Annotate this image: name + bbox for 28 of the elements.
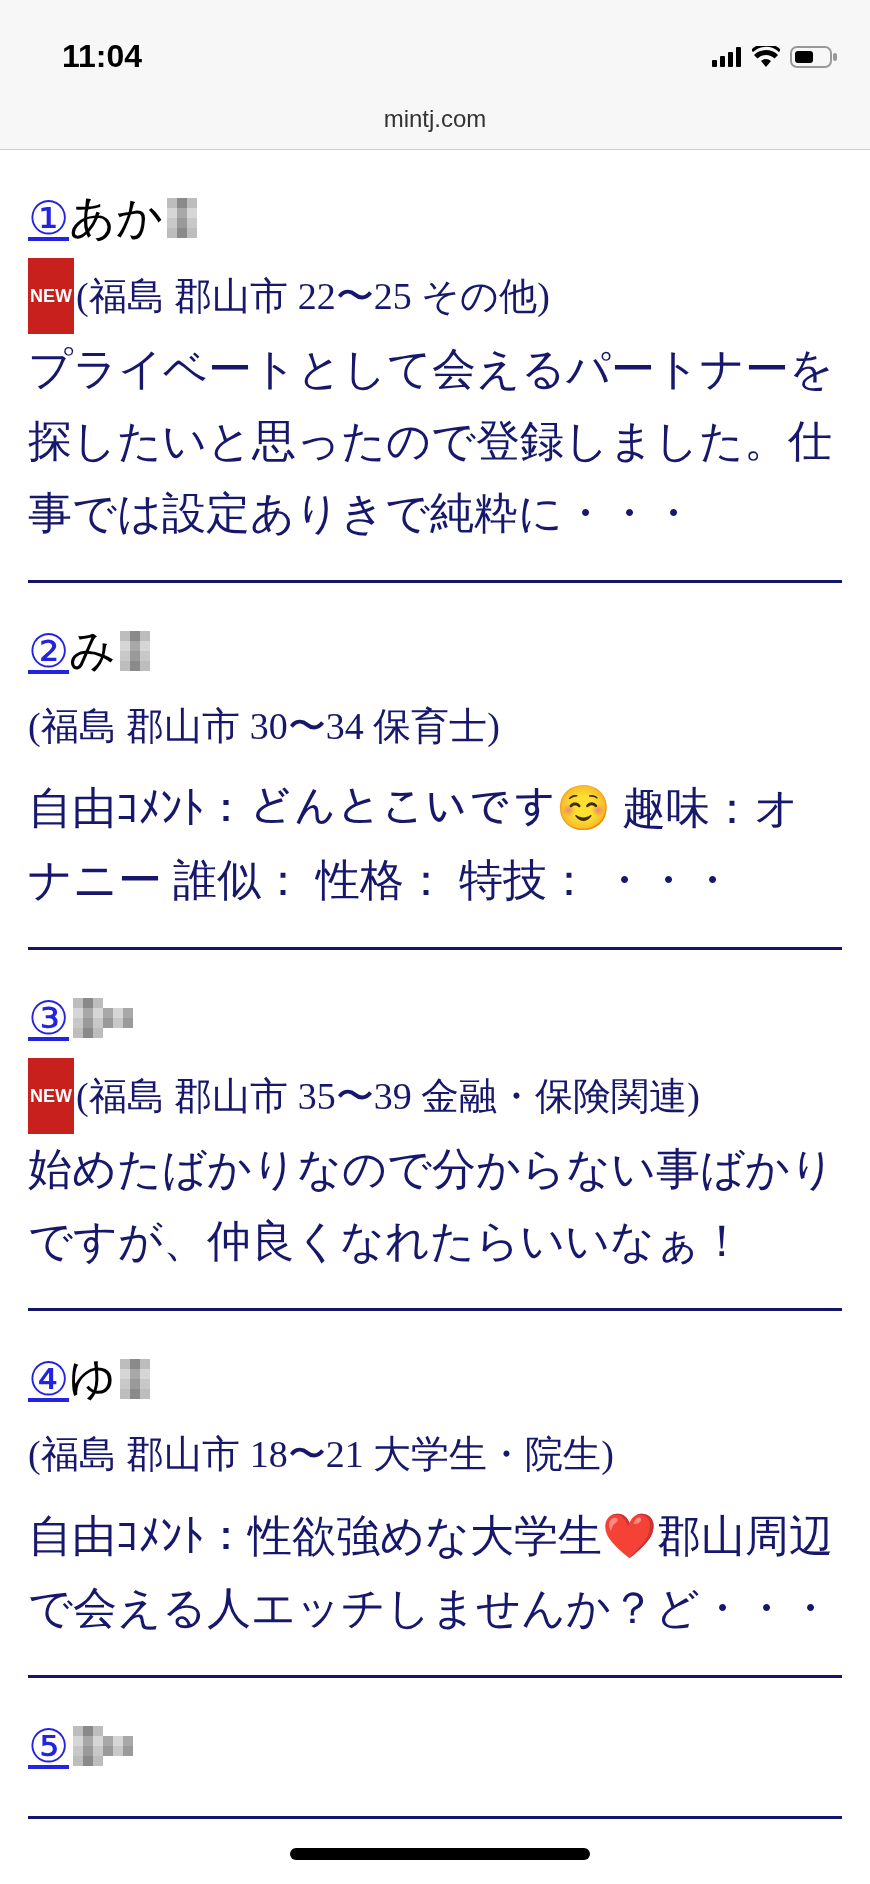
profile-name: み bbox=[69, 624, 116, 678]
profile-comment: 自由ｺﾒﾝﾄ：どんとこいです☺ 趣味：オナニー 誰似： 性格： 特技： ・・・ bbox=[28, 783, 800, 907]
mosaic-drawing bbox=[167, 198, 197, 238]
profile-name: ゆ bbox=[69, 1352, 116, 1406]
location-age-job: (福島 郡山市 18〜21 大学生・院生) bbox=[28, 1432, 614, 1477]
profile-comment: 自由ｺﾒﾝﾄ：性欲強めな大学生❤郡山周辺で会える人エッチしませんか？ど・・・ bbox=[28, 1511, 834, 1635]
mosaic-drawing bbox=[73, 998, 133, 1038]
profile-number-link[interactable]: ① bbox=[28, 191, 69, 245]
mosaic-drawing bbox=[120, 631, 150, 671]
battery-icon bbox=[790, 45, 838, 68]
wifi-icon bbox=[752, 46, 780, 67]
clock-time: 11:04 bbox=[62, 38, 143, 75]
location-age-job: (福島 郡山市 22〜25 その他) bbox=[76, 274, 550, 319]
profile-number-link[interactable]: ⑤ bbox=[28, 1719, 69, 1773]
new-badge: NEW bbox=[28, 258, 74, 334]
profile-comment: 始めたばかりなので分からない事ばかりですが、仲良くなれたらいいなぁ！ bbox=[28, 1144, 836, 1268]
profile-comment: プライベートとして会えるパートナーを探したいと思ったので登録しました。仕事では設定ありきで純粋に・・・ bbox=[28, 344, 835, 540]
profile-number-link[interactable]: ④ bbox=[28, 1352, 69, 1406]
mosaic-drawing bbox=[120, 1359, 150, 1399]
url-text[interactable]: mintj.com bbox=[383, 105, 487, 133]
signal-icon bbox=[712, 46, 742, 67]
profile-number-link[interactable]: ② bbox=[28, 624, 69, 678]
new-badge: NEW bbox=[28, 1058, 74, 1134]
mosaic-drawing bbox=[73, 1726, 133, 1766]
location-age-job: (福島 郡山市 30〜34 保育士) bbox=[28, 704, 500, 749]
location-age-job: (福島 郡山市 35〜39 金融・保険関連) bbox=[76, 1074, 700, 1119]
profile-name: あか bbox=[69, 191, 163, 245]
profile-number-link[interactable]: ③ bbox=[28, 991, 69, 1045]
